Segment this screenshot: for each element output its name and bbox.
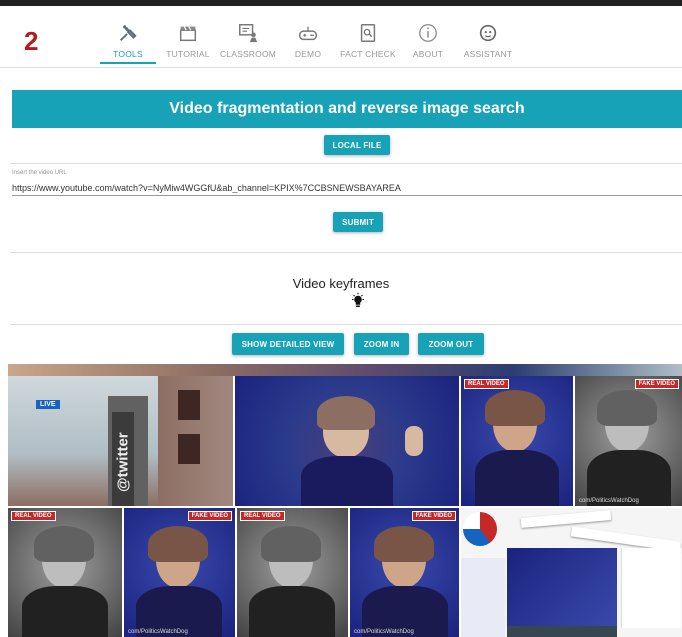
show-detailed-view-button[interactable]: SHOW DETAILED VIEW (232, 333, 344, 355)
keyframe-thumbnail[interactable]: REAL VIDEO (461, 376, 573, 506)
nav-label: FACT CHECK (340, 49, 396, 59)
tool-title-banner: Video fragmentation and reverse image se… (12, 90, 682, 128)
nav-tab-tutorial[interactable]: TUTORIAL (158, 22, 218, 66)
real-video-tag: REAL VIDEO (11, 511, 56, 521)
nav-label: ABOUT (412, 49, 444, 59)
keyframes-title: Video keyframes (292, 276, 390, 291)
keyframe-thumbnail[interactable]: FAKE VIDEO com/PoliticsWatchDog (350, 508, 459, 637)
assistant-icon (479, 24, 497, 42)
fake-video-tag: FAKE VIDEO (411, 511, 456, 521)
clapperboard-icon (179, 26, 197, 42)
keyframe-thumbnail[interactable]: REAL VIDEO (8, 508, 122, 637)
lightbulb-icon[interactable] (349, 292, 367, 310)
watermark: com/PoliticsWatchDog (579, 498, 639, 504)
divider (10, 324, 682, 325)
keyframe-thumbnail[interactable]: REAL VIDEO (237, 508, 348, 637)
nav-tab-about[interactable]: ABOUT (398, 22, 458, 66)
keyframe-thumbnail[interactable]: FAKE VIDEO com/PoliticsWatchDog (124, 508, 235, 637)
keyframe-strip[interactable] (8, 364, 682, 376)
fake-video-tag: FAKE VIDEO (634, 379, 679, 389)
top-navigation-bar: 2 TOOLS TUTORIAL CLASSROOM DEMO FACT CHE… (0, 0, 682, 68)
watermark: com/PoliticsWatchDog (354, 629, 414, 635)
classroom-icon (239, 24, 258, 43)
url-field-label: Insert the video URL (12, 170, 67, 176)
keyframe-thumbnail[interactable] (235, 376, 459, 506)
nav-label: DEMO (294, 49, 322, 59)
nav-tab-fact-check[interactable]: FACT CHECK (338, 22, 398, 66)
nav-label: TOOLS (113, 49, 143, 59)
nav-label: ASSISTANT (463, 49, 513, 59)
nav-tab-assistant[interactable]: ASSISTANT (458, 22, 518, 66)
twitter-sign: @twitter (112, 412, 134, 506)
nav-label: CLASSROOM (219, 49, 277, 59)
video-url-input[interactable] (12, 180, 682, 196)
divider (10, 163, 682, 164)
nav-label: TUTORIAL (166, 49, 210, 59)
nav-tab-tools[interactable]: TOOLS (98, 22, 158, 66)
local-file-button[interactable]: LOCAL FILE (324, 135, 390, 155)
real-video-tag: REAL VIDEO (240, 511, 285, 521)
tools-icon (120, 25, 137, 41)
submit-button[interactable]: SUBMIT (333, 212, 383, 232)
keyframe-thumbnail[interactable] (461, 508, 682, 637)
gamepad-icon (299, 26, 317, 41)
info-icon (419, 24, 437, 42)
watermark: com/PoliticsWatchDog (128, 629, 188, 635)
divider (10, 252, 682, 253)
keyframes-grid: LIVE @twitter REAL VIDEO FAKE VIDEO com/… (8, 364, 682, 637)
app-logo[interactable]: 2 (24, 26, 38, 57)
fake-video-tag: FAKE VIDEO (187, 511, 232, 521)
keyframe-thumbnail[interactable]: LIVE @twitter (8, 376, 233, 506)
nav-tab-classroom[interactable]: CLASSROOM (218, 22, 278, 66)
live-badge: LIVE (36, 400, 60, 409)
nav-tab-demo[interactable]: DEMO (278, 22, 338, 66)
fact-check-icon (360, 24, 376, 42)
real-video-tag: REAL VIDEO (464, 379, 509, 389)
zoom-in-button[interactable]: ZOOM IN (354, 333, 409, 355)
main-nav: TOOLS TUTORIAL CLASSROOM DEMO FACT CHECK… (98, 22, 518, 66)
keyframe-thumbnail[interactable]: FAKE VIDEO com/PoliticsWatchDog (575, 376, 682, 506)
zoom-out-button[interactable]: ZOOM OUT (418, 333, 484, 355)
